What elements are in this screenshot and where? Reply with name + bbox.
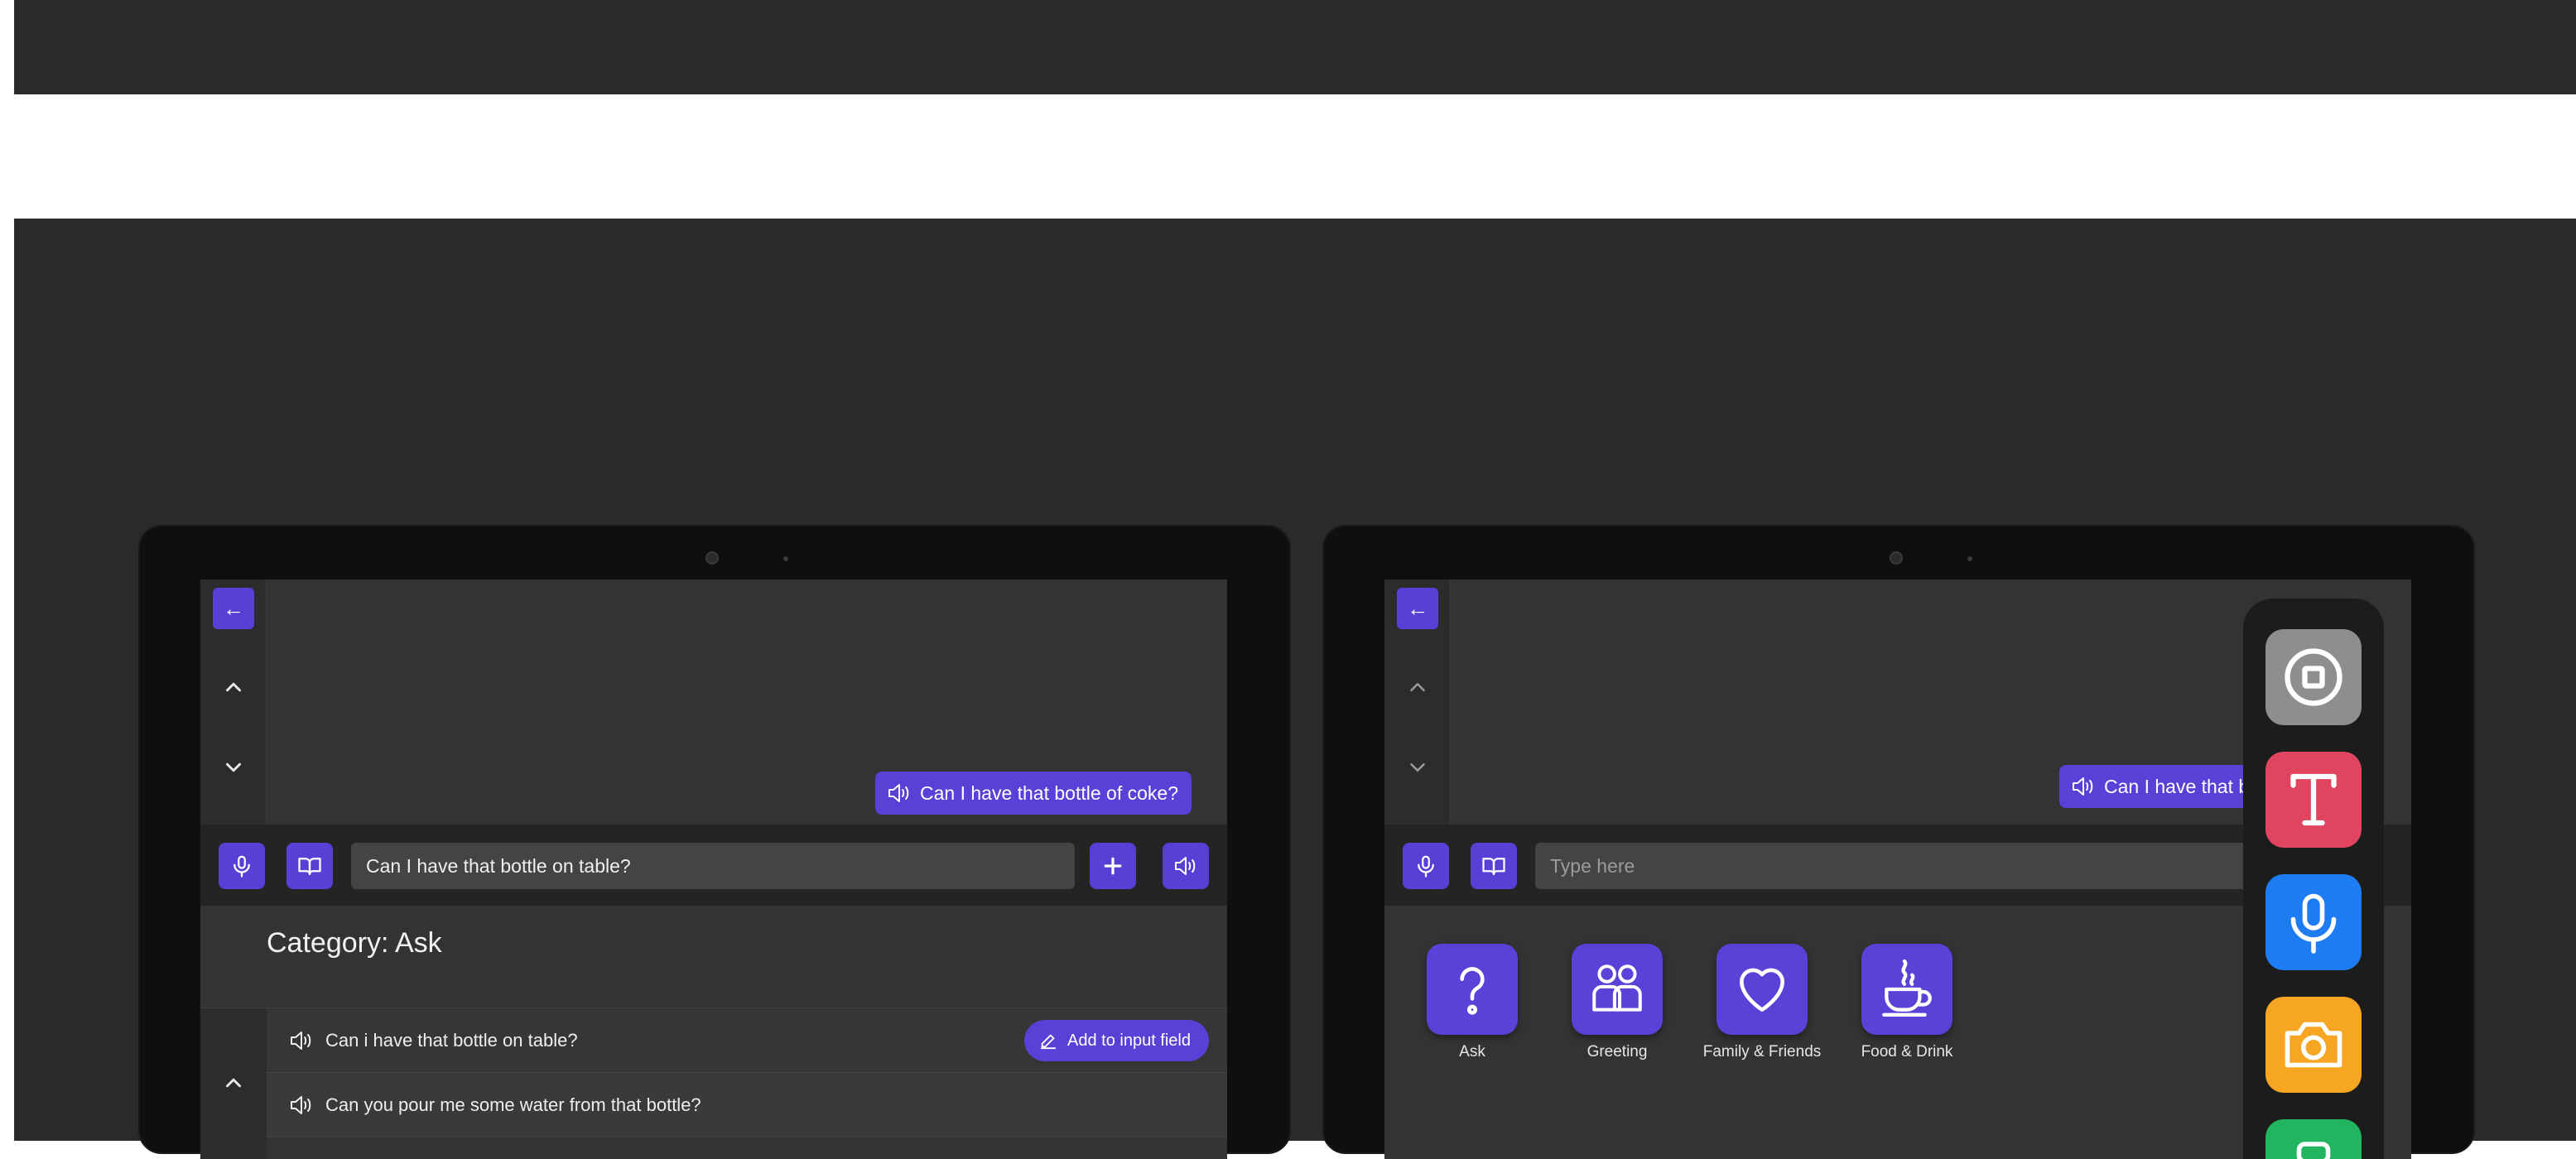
tablet-right: ← Can I have that b Type here Ask Greeti… — [1322, 525, 2475, 1159]
camera-sensor-dot — [1967, 556, 1972, 561]
people-icon — [1592, 964, 1642, 1012]
question-icon — [1460, 967, 1485, 1015]
phrase-side-column — [200, 1008, 267, 1159]
message-input[interactable]: Can I have that bottle on table? — [351, 843, 1075, 889]
phrase-text: Can you pour me some water from that bot… — [325, 1094, 701, 1115]
scroll-down-button[interactable] — [200, 751, 267, 784]
stop-square-icon — [2285, 648, 2342, 706]
green-app-icon — [2296, 1142, 2331, 1159]
white-separator — [0, 94, 2576, 219]
green-app-button[interactable] — [2265, 1119, 2362, 1159]
back-button[interactable]: ← — [213, 588, 254, 629]
category-tile-family-friends[interactable]: Family & Friends — [1703, 944, 1821, 1061]
category-tile-food-drink[interactable]: Food & Drink — [1859, 944, 1955, 1061]
mic-button[interactable] — [1403, 843, 1449, 889]
speaker-icon[interactable] — [289, 1094, 314, 1116]
plus-icon — [1104, 857, 1122, 875]
scroll-up-button[interactable] — [1384, 671, 1451, 704]
tablet-left: ← Can I have that bottle of coke? Can I … — [138, 525, 1291, 1159]
add-phrase-button[interactable] — [1090, 843, 1136, 889]
microphone-icon — [2290, 893, 2337, 954]
side-navigation: ← — [1384, 580, 1451, 825]
heart-icon — [1740, 968, 1784, 1012]
category-label: Food & Drink — [1861, 1043, 1953, 1060]
phrase-scroll-up-button[interactable] — [200, 1066, 267, 1099]
text-t-icon — [2290, 773, 2337, 826]
spoken-message-bubble[interactable]: Can I have that bottle of coke? — [875, 772, 1192, 815]
add-to-input-label: Add to input field — [1067, 1031, 1191, 1050]
camera-app-button[interactable] — [2265, 997, 2362, 1093]
speaker-icon[interactable] — [289, 1030, 314, 1051]
text-app-button[interactable] — [2265, 752, 2362, 848]
app-dock — [2243, 599, 2384, 1159]
coffee-cup-icon — [1882, 959, 1932, 1017]
phrase-list: Can i have that bottle on table? Add to … — [267, 1008, 1227, 1137]
phrase-row[interactable]: Can i have that bottle on table? Add to … — [267, 1008, 1227, 1073]
speaker-icon — [2073, 777, 2093, 796]
category-label: Ask — [1459, 1043, 1485, 1060]
category-tile-ask[interactable]: Ask — [1424, 944, 1520, 1061]
open-book-icon — [1482, 858, 1505, 876]
microphone-icon — [1418, 855, 1434, 878]
phrase-text: Can i have that bottle on table? — [325, 1029, 578, 1051]
stop-app-button[interactable] — [2265, 629, 2362, 725]
voice-app-button[interactable] — [2265, 874, 2362, 970]
side-navigation: ← — [200, 580, 267, 825]
input-bar: Can I have that bottle on table? — [200, 825, 1227, 906]
category-tile-greeting[interactable]: Greeting — [1569, 944, 1665, 1061]
camera-icon — [2285, 1022, 2342, 1068]
top-dark-band — [14, 0, 2576, 94]
chevron-up-icon — [1410, 683, 1425, 691]
tablet-screen: ← Can I have that b Type here Ask Greeti… — [1384, 580, 2411, 1159]
phrase-row[interactable]: Can you pour me some water from that bot… — [267, 1073, 1227, 1137]
phrasebook-button[interactable] — [1471, 843, 1517, 889]
category-label: Greeting — [1587, 1043, 1648, 1060]
pencil-icon — [1040, 1034, 1057, 1050]
category-title: Category: Ask — [267, 927, 442, 959]
scroll-up-button[interactable] — [200, 671, 267, 704]
scroll-down-button[interactable] — [1384, 751, 1451, 784]
message-input[interactable]: Type here — [1535, 843, 2280, 889]
speak-button[interactable] — [1163, 843, 1209, 889]
add-to-input-button[interactable]: Add to input field — [1024, 1020, 1209, 1061]
tablet-screen: ← Can I have that bottle of coke? Can I … — [200, 580, 1227, 1159]
phrasebook-button[interactable] — [286, 843, 333, 889]
speaker-icon — [888, 784, 909, 802]
front-camera-lens — [705, 551, 719, 565]
camera-sensor-dot — [783, 556, 788, 561]
front-camera-lens — [1890, 551, 1903, 565]
category-label: Family & Friends — [1702, 1043, 1822, 1060]
chevron-down-icon — [226, 762, 241, 772]
speaker-icon — [1175, 857, 1196, 875]
spoken-message-text: Can I have that b — [2104, 775, 2250, 797]
microphone-icon — [234, 855, 250, 878]
chevron-down-icon — [1410, 763, 1425, 772]
chevron-up-icon — [226, 682, 241, 692]
back-button[interactable]: ← — [1397, 588, 1438, 629]
spoken-message-text: Can I have that bottle of coke? — [920, 781, 1178, 804]
open-book-icon — [298, 858, 321, 876]
spoken-message-bubble[interactable]: Can I have that b — [2059, 765, 2275, 808]
chevron-up-icon — [226, 1078, 241, 1088]
mic-button[interactable] — [219, 843, 265, 889]
